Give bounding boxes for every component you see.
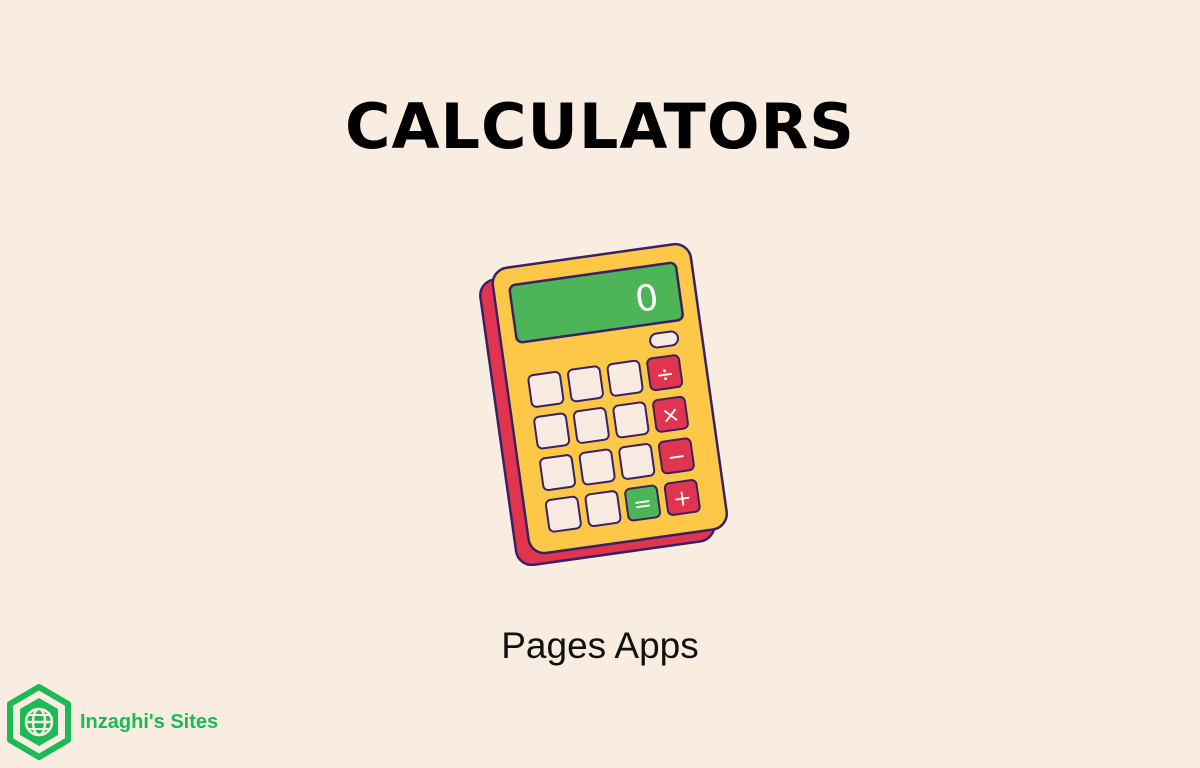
calculator-key	[533, 412, 571, 450]
calculator-key	[539, 454, 576, 492]
brand-name: Inzaghi's Sites	[80, 710, 219, 733]
calculator-key	[606, 359, 644, 397]
equals-key-label: =	[632, 491, 654, 518]
calculator-illustration: 0 ÷ × − = +	[479, 242, 729, 566]
page-title: CALCULATORS	[345, 90, 855, 163]
calculator-key	[578, 448, 616, 486]
calculator-key	[618, 443, 656, 480]
calculator-key	[612, 401, 650, 439]
calculator-key	[572, 407, 610, 444]
multiply-key-label: ×	[660, 402, 682, 429]
calculator-key	[544, 495, 582, 533]
calculator-key	[584, 490, 622, 528]
calculator-key	[567, 365, 604, 403]
calculator-key	[527, 370, 565, 408]
divide-key-label: ÷	[654, 362, 676, 389]
minus-key-label: −	[666, 444, 688, 471]
brand[interactable]: Inzaghi's Sites	[6, 684, 218, 760]
page-subtitle: Pages Apps	[501, 625, 699, 666]
globe-hexagon-icon	[7, 684, 71, 760]
plus-key-label: +	[672, 485, 694, 512]
calculator-pill-button	[649, 330, 679, 349]
